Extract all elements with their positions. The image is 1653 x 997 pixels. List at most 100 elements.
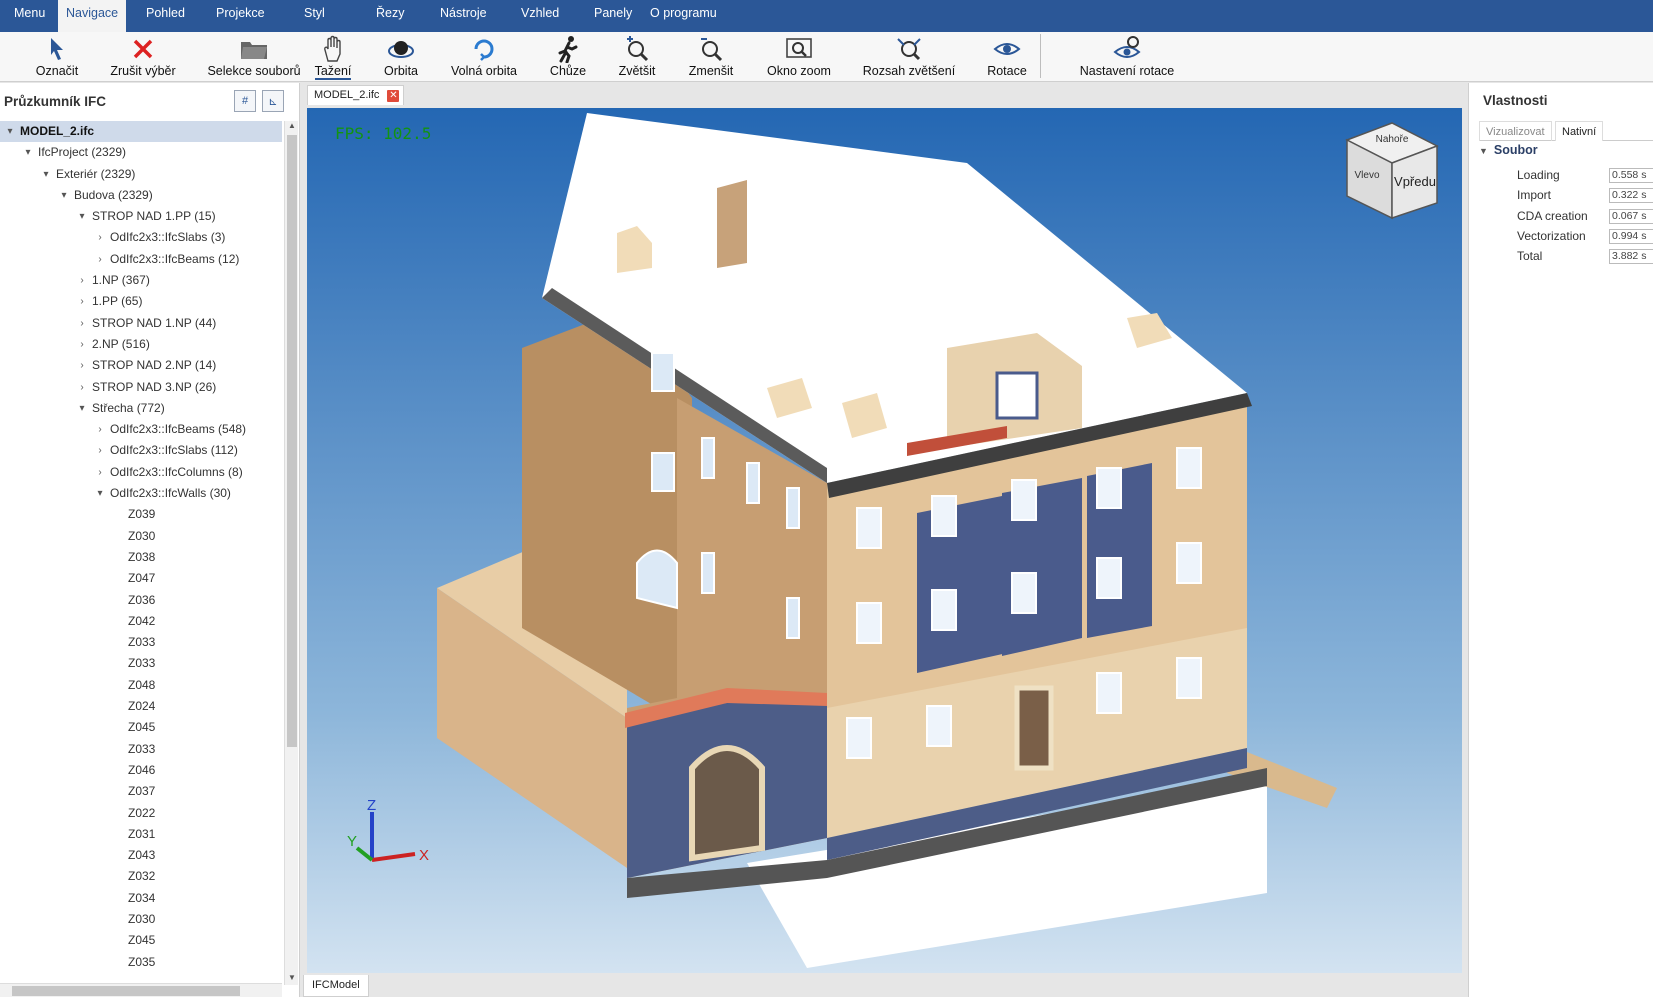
tree-item[interactable]: › OdIfc2x3::IfcBeams (12) xyxy=(0,249,282,270)
y-axis-label: Y xyxy=(347,833,357,850)
tree-item[interactable]: › 1.PP (65) xyxy=(0,291,282,312)
tree-item[interactable]: ▾ STROP NAD 1.PP (15) xyxy=(0,206,282,227)
chimney xyxy=(717,180,747,268)
tool-button-11[interactable]: Rotace xyxy=(947,34,1067,82)
menu-item-1[interactable]: Navigace xyxy=(58,0,127,32)
chevron-down-icon[interactable]: ▾ xyxy=(4,121,16,142)
tree-item-label: Z034 xyxy=(128,890,156,905)
chevron-right-icon[interactable]: › xyxy=(94,249,106,270)
tree-item[interactable]: › 2.NP (516) xyxy=(0,334,282,355)
tree-item[interactable]: ▾ Exteriér (2329) xyxy=(0,164,282,185)
tree-item[interactable]: › OdIfc2x3::IfcColumns (8) xyxy=(0,462,282,483)
chevron-down-icon[interactable]: ▾ xyxy=(94,483,106,504)
tree-item[interactable]: Z034 xyxy=(0,888,282,909)
menu-item-3[interactable]: Projekce xyxy=(208,0,273,32)
property-value[interactable]: 0.322 s xyxy=(1609,188,1653,204)
chevron-right-icon[interactable]: › xyxy=(76,270,88,291)
tree-item[interactable]: Z039 xyxy=(0,504,282,525)
chevron-right-icon[interactable]: › xyxy=(94,227,106,248)
group-soubor[interactable]: ▼ Soubor xyxy=(1479,143,1538,157)
tree-item[interactable]: Z045 xyxy=(0,930,282,951)
menu-item-5[interactable]: Řezy xyxy=(368,0,412,32)
building-model[interactable] xyxy=(307,108,1462,973)
chevron-down-icon[interactable]: ▾ xyxy=(58,185,70,206)
tree-item[interactable]: Z046 xyxy=(0,760,282,781)
chevron-down-icon[interactable]: ▾ xyxy=(76,206,88,227)
scroll-up-arrow-icon[interactable]: ▲ xyxy=(286,121,298,133)
tree-item-label: IfcProject (2329) xyxy=(38,145,127,160)
menu-item-8[interactable]: Panely xyxy=(586,0,640,32)
tree-item[interactable]: Z048 xyxy=(0,675,282,696)
tool-button-1[interactable]: Zrušit výběr xyxy=(83,34,203,82)
3d-viewport[interactable]: FPS: 102.5 Nahoře Vlevo Vpředu Z X Y xyxy=(307,108,1462,973)
tree-item[interactable]: Z038 xyxy=(0,547,282,568)
tree-item[interactable]: ▾ Střecha (772) xyxy=(0,398,282,419)
tree-item[interactable]: ▾ OdIfc2x3::IfcWalls (30) xyxy=(0,483,282,504)
property-value[interactable]: 0.067 s xyxy=(1609,208,1653,224)
navigation-cube[interactable]: Nahoře Vlevo Vpředu xyxy=(1337,118,1447,228)
chevron-right-icon[interactable]: › xyxy=(76,291,88,312)
chevron-right-icon[interactable]: › xyxy=(94,440,106,461)
chevron-down-icon[interactable]: ▾ xyxy=(22,142,34,163)
property-value[interactable]: 0.994 s xyxy=(1609,228,1653,244)
chevron-right-icon[interactable]: › xyxy=(76,355,88,376)
hscroll-thumb[interactable] xyxy=(12,986,240,996)
scroll-down-arrow-icon[interactable]: ▼ xyxy=(286,973,298,985)
navcube-front-label: Vpředu xyxy=(1394,174,1436,189)
tree-item[interactable]: Z033 xyxy=(0,632,282,653)
tree-item[interactable]: Z036 xyxy=(0,590,282,611)
scroll-thumb[interactable] xyxy=(287,135,297,747)
tab-nativni[interactable]: Nativní xyxy=(1555,121,1604,141)
tree-item[interactable]: ▾ Budova (2329) xyxy=(0,185,282,206)
tree-item[interactable]: Z037 xyxy=(0,781,282,802)
menu-item-4[interactable]: Styl xyxy=(296,0,333,32)
menu-item-9[interactable]: O programu xyxy=(642,0,725,32)
chevron-down-icon[interactable]: ▾ xyxy=(76,398,88,419)
property-value[interactable]: 3.882 s xyxy=(1609,249,1653,265)
tree-item[interactable]: Z031 xyxy=(0,824,282,845)
tree-item[interactable]: Z047 xyxy=(0,568,282,589)
tree-item[interactable]: Z042 xyxy=(0,611,282,632)
tree-item[interactable]: › OdIfc2x3::IfcBeams (548) xyxy=(0,419,282,440)
tab-model-file[interactable]: MODEL_2.ifc ✕ xyxy=(307,85,405,105)
tree-item[interactable]: › 1.NP (367) xyxy=(0,270,282,291)
tree-item[interactable]: Z033 xyxy=(0,653,282,674)
tree-item[interactable]: Z045 xyxy=(0,717,282,738)
menu-item-0[interactable]: Menu xyxy=(6,0,53,32)
tab-vizualizovat[interactable]: Vizualizovat xyxy=(1479,121,1552,141)
tree-item[interactable]: Z022 xyxy=(0,803,282,824)
tree-item[interactable]: Z035 xyxy=(0,952,282,973)
menu-item-7[interactable]: Vzhled xyxy=(513,0,567,32)
tree-view-button[interactable]: ⊾ xyxy=(262,90,284,112)
tree-item[interactable]: › STROP NAD 3.NP (26) xyxy=(0,377,282,398)
menu-item-2[interactable]: Pohled xyxy=(138,0,193,32)
tree-vertical-scrollbar[interactable]: ▲ ▼ xyxy=(284,121,298,985)
hash-filter-button[interactable]: # xyxy=(234,90,256,112)
chevron-right-icon[interactable]: › xyxy=(76,334,88,355)
tree-item[interactable]: Z024 xyxy=(0,696,282,717)
property-value[interactable]: 0.558 s xyxy=(1609,168,1653,183)
chevron-right-icon[interactable]: › xyxy=(76,377,88,398)
tree-item[interactable]: › OdIfc2x3::IfcSlabs (112) xyxy=(0,440,282,461)
tree-item[interactable]: ▾ IfcProject (2329) xyxy=(0,142,282,163)
tool-button-12[interactable]: Nastavení rotace xyxy=(1067,34,1187,82)
menu-item-6[interactable]: Nástroje xyxy=(432,0,495,32)
tree-item[interactable]: › OdIfc2x3::IfcSlabs (3) xyxy=(0,227,282,248)
tree-item[interactable]: Z043 xyxy=(0,845,282,866)
chevron-right-icon[interactable]: › xyxy=(76,313,88,334)
close-tab-icon[interactable]: ✕ xyxy=(387,90,400,102)
chevron-down-icon[interactable]: ▾ xyxy=(40,164,52,185)
chevron-right-icon[interactable]: › xyxy=(94,462,106,483)
chevron-right-icon[interactable]: › xyxy=(94,419,106,440)
tree-item[interactable]: ▾ MODEL_2.ifc xyxy=(0,121,282,143)
tree-item-label: Z031 xyxy=(128,826,156,841)
tree-item[interactable]: Z032 xyxy=(0,866,282,887)
tree-horizontal-scrollbar[interactable] xyxy=(0,983,282,997)
tree-item[interactable]: › STROP NAD 1.NP (44) xyxy=(0,313,282,334)
tree-item[interactable]: › STROP NAD 2.NP (14) xyxy=(0,355,282,376)
tree-item[interactable]: Z030 xyxy=(0,526,282,547)
tree-item[interactable]: Z033 xyxy=(0,739,282,760)
tree-item[interactable]: Z030 xyxy=(0,909,282,930)
tab-ifcmodel[interactable]: IFCModel xyxy=(303,975,369,997)
tool-button-9[interactable]: Okno zoom xyxy=(739,34,859,82)
